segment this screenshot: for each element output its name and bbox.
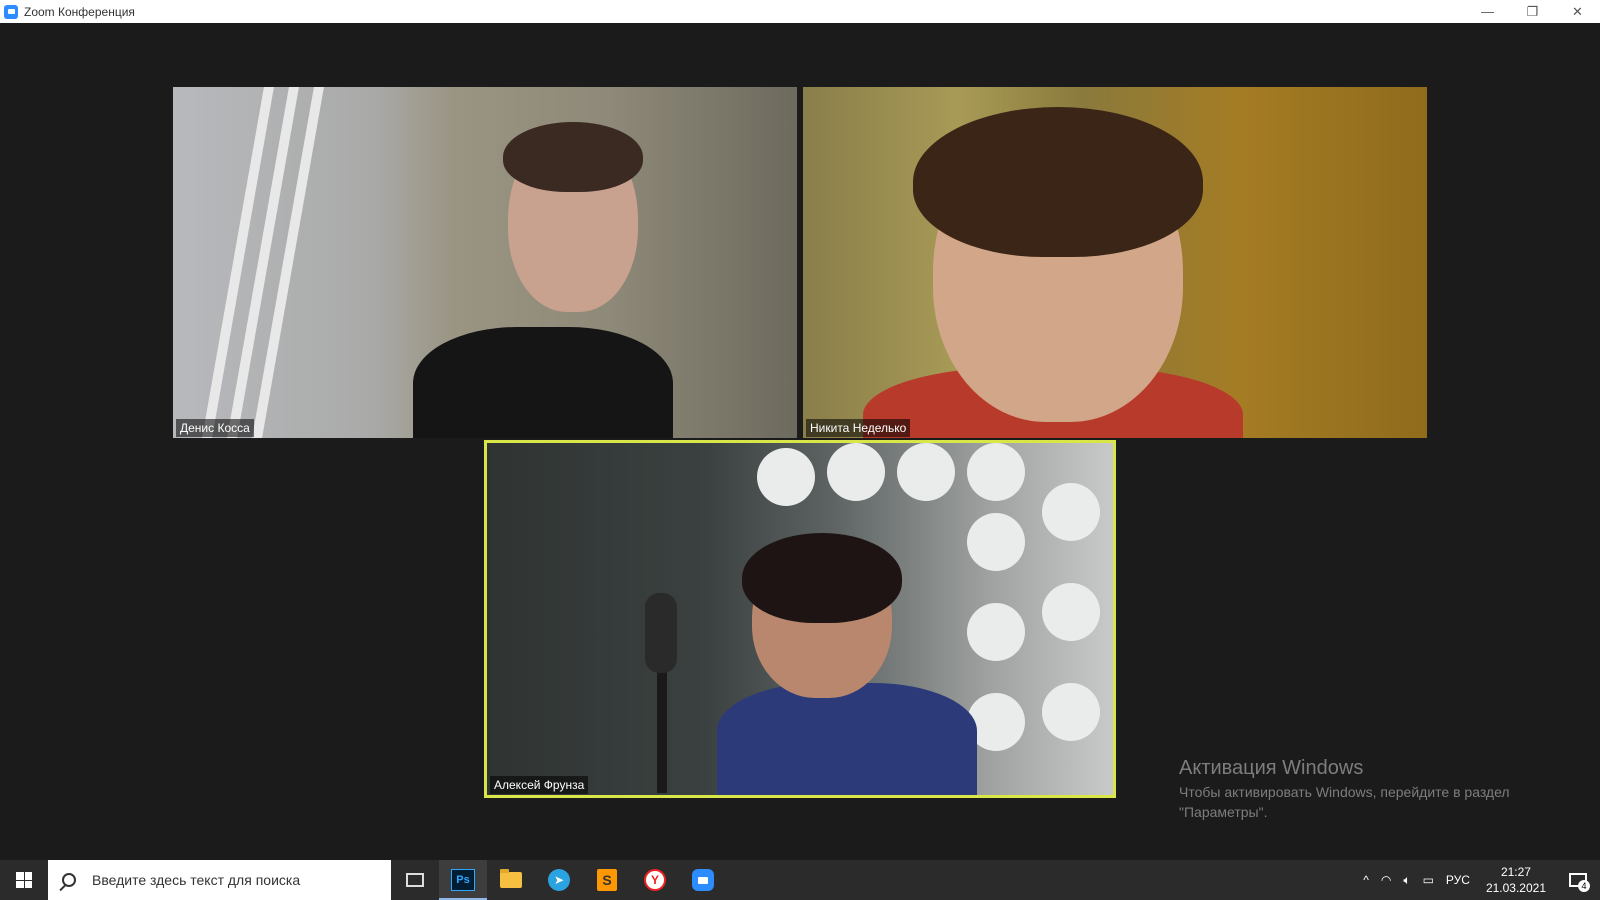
- light-panel: [827, 443, 885, 501]
- light-panel: [1042, 683, 1100, 741]
- network-icon[interactable]: ◠: [1375, 873, 1397, 887]
- video-tile-participant-1[interactable]: Денис Косса: [173, 87, 797, 438]
- light-panel: [1042, 483, 1100, 541]
- clock-date: 21.03.2021: [1485, 881, 1546, 895]
- participant-hair: [742, 533, 902, 623]
- zoom-icon: [692, 869, 714, 891]
- telegram-icon: ➤: [548, 869, 570, 891]
- light-panel: [967, 603, 1025, 661]
- clock[interactable]: 21:27 21.03.2021: [1476, 864, 1556, 896]
- participant-name-label: Денис Косса: [176, 419, 254, 437]
- action-center-button[interactable]: 4: [1556, 860, 1600, 900]
- photoshop-icon: Ps: [451, 869, 475, 891]
- search-placeholder: Введите здесь текст для поиска: [92, 872, 301, 888]
- light-panel: [967, 443, 1025, 501]
- notification-count-badge: 4: [1578, 880, 1590, 892]
- participant-silhouette-body: [413, 327, 673, 438]
- taskbar-app-photoshop[interactable]: Ps: [439, 860, 487, 900]
- search-icon: [62, 873, 76, 887]
- watermark-title: Активация Windows: [1179, 757, 1364, 779]
- light-panel: [757, 448, 815, 506]
- show-hidden-icons-chevron-icon[interactable]: ^: [1357, 873, 1375, 887]
- window-controls: — ❐ ✕: [1465, 0, 1600, 23]
- video-tile-active-speaker[interactable]: Алексей Фрунза: [484, 440, 1116, 798]
- participant-name-label: Никита Неделько: [806, 419, 911, 437]
- light-panel: [967, 513, 1025, 571]
- task-view-icon: [406, 873, 424, 887]
- folder-icon: [500, 869, 522, 888]
- taskbar-app-telegram[interactable]: ➤: [535, 860, 583, 900]
- taskbar-search-box[interactable]: Введите здесь текст для поиска: [48, 860, 391, 900]
- participant-name-label: Алексей Фрунза: [490, 776, 589, 794]
- system-tray: ^ ◠ 🔈︎ ▭ РУС 21:27 21.03.2021 4: [1357, 860, 1600, 900]
- taskbar-app-yandex-browser[interactable]: Y: [631, 860, 679, 900]
- sublime-text-icon: S: [597, 869, 617, 891]
- video-tile-participant-2[interactable]: Никита Неделько: [803, 87, 1427, 438]
- taskbar: Введите здесь текст для поиска Ps ➤ S Y …: [0, 860, 1600, 900]
- windows-activation-watermark: Активация Windows Чтобы активировать Win…: [1179, 757, 1559, 822]
- participant-hair: [503, 122, 643, 192]
- light-panel: [1042, 583, 1100, 641]
- battery-icon[interactable]: ▭: [1417, 873, 1440, 887]
- task-view-button[interactable]: [391, 860, 439, 900]
- minimize-button[interactable]: —: [1465, 0, 1510, 23]
- light-panel: [897, 443, 955, 501]
- zoom-app-icon: [4, 4, 18, 19]
- watermark-text: Чтобы активировать Windows, перейдите в …: [1179, 784, 1510, 820]
- title-bar: Zoom Конференция — ❐ ✕: [0, 0, 1600, 23]
- start-button[interactable]: [0, 860, 48, 900]
- taskbar-app-sublime-text[interactable]: S: [583, 860, 631, 900]
- close-button[interactable]: ✕: [1555, 0, 1600, 23]
- participant-hair: [913, 107, 1203, 257]
- taskbar-app-file-explorer[interactable]: [487, 860, 535, 900]
- language-indicator[interactable]: РУС: [1440, 873, 1476, 887]
- participant-silhouette-body: [717, 683, 977, 795]
- taskbar-app-zoom[interactable]: [679, 860, 727, 900]
- window-title: Zoom Конференция: [24, 4, 135, 19]
- microphone: [645, 593, 677, 673]
- yandex-browser-icon: Y: [644, 869, 666, 891]
- volume-icon[interactable]: 🔈︎: [1397, 873, 1416, 888]
- clock-time: 21:27: [1500, 865, 1531, 879]
- windows-logo-icon: [16, 872, 32, 888]
- restore-button[interactable]: ❐: [1510, 0, 1555, 23]
